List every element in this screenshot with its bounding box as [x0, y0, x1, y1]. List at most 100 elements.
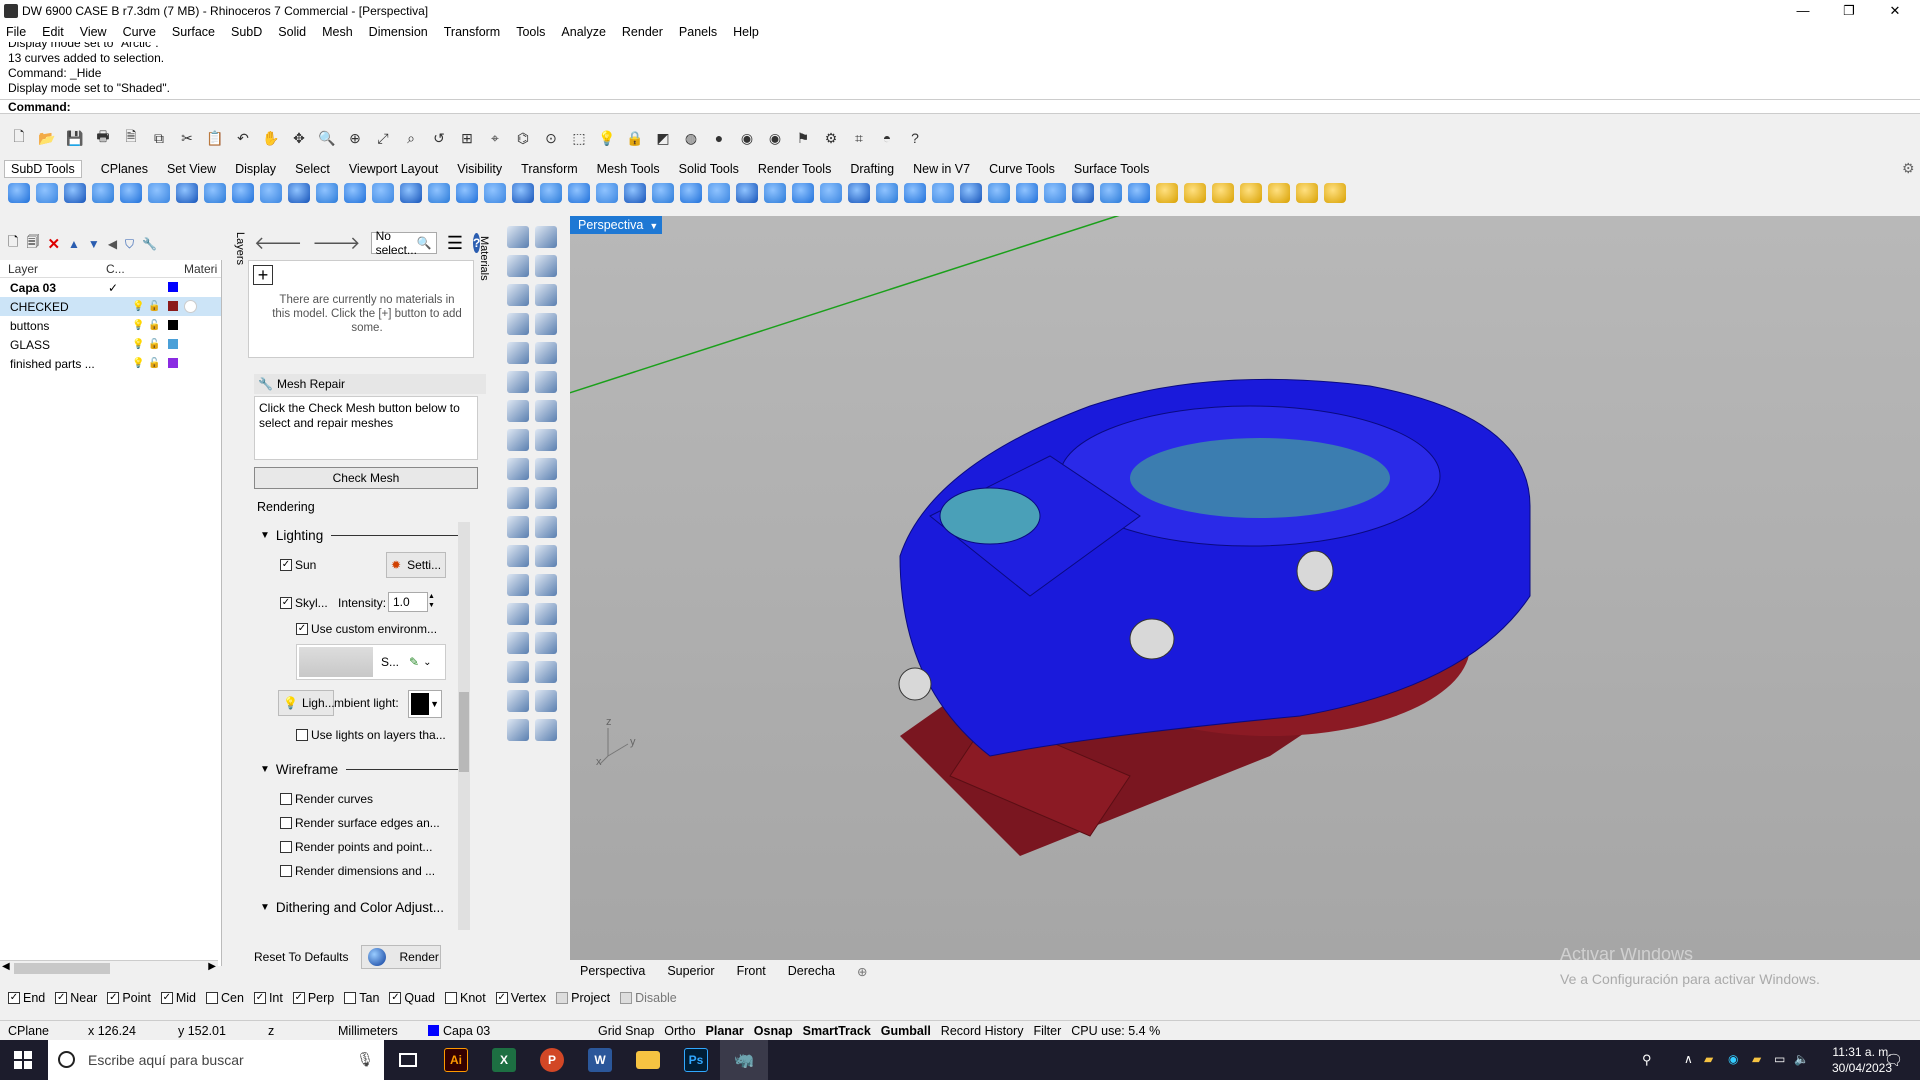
subd-insert-point-icon[interactable] — [1044, 183, 1066, 203]
rotate-view-icon[interactable]: ✥ — [288, 127, 310, 149]
subd-revolve-icon[interactable] — [316, 183, 338, 203]
subd-cone-icon[interactable] — [64, 183, 86, 203]
layer-row[interactable]: GLASS 💡 🔓 — [0, 335, 221, 354]
arc-icon[interactable] — [535, 284, 557, 306]
lights-icon[interactable]: 💡 — [596, 127, 618, 149]
analysis-icon[interactable]: ⚑ — [792, 127, 814, 149]
move-down-icon[interactable]: ▼ — [88, 237, 100, 251]
subd-mesh-icon[interactable] — [1324, 183, 1346, 203]
subd-cylinder-icon[interactable] — [36, 183, 58, 203]
tray-app-icon[interactable]: ◉ — [1728, 1052, 1738, 1066]
subd-torus-icon[interactable] — [148, 183, 170, 203]
gear-icon[interactable]: ⚙ — [1902, 160, 1915, 177]
select-arrow-icon[interactable] — [507, 226, 529, 248]
dithering-section-header[interactable]: ▼ Dithering and Color Adjust... — [260, 900, 444, 915]
text-icon[interactable] — [507, 574, 529, 596]
rendering-scrollbar[interactable] — [458, 522, 470, 930]
windows-start-icon[interactable] — [14, 1051, 32, 1069]
people-icon[interactable]: ⚲ — [1642, 1052, 1652, 1068]
subd-bevel-icon[interactable] — [484, 183, 506, 203]
volume-icon[interactable]: 🔈 — [1794, 1052, 1809, 1066]
rhino-tools-icon[interactable]: ◓ — [876, 127, 898, 149]
subd-align-icon[interactable] — [1156, 183, 1178, 203]
menu-view[interactable]: View — [80, 25, 107, 39]
unlock-icon[interactable]: 🔓 — [148, 301, 160, 312]
osnap-project-checkbox[interactable]: Project — [556, 991, 610, 1005]
render-dims-checkbox[interactable]: Render dimensions and ... — [280, 864, 435, 878]
subd-weld-icon[interactable] — [568, 183, 590, 203]
menu-icon[interactable]: ☰ — [447, 233, 463, 254]
color-wheel-icon[interactable]: ◍ — [680, 127, 702, 149]
pan-icon[interactable]: ✋ — [260, 127, 282, 149]
toolbar-tab-visibility[interactable]: Visibility — [457, 162, 502, 176]
menu-dimension[interactable]: Dimension — [369, 25, 428, 39]
extrude-surface-icon[interactable] — [507, 400, 529, 422]
layer-column-header[interactable]: Layer — [8, 262, 106, 276]
group-icon[interactable] — [507, 603, 529, 625]
unlock-icon[interactable]: 🔓 — [148, 320, 160, 331]
rectangle-icon[interactable] — [507, 313, 529, 335]
unlock-icon[interactable]: 🔓 — [148, 358, 160, 369]
illustrator-icon[interactable]: Ai — [432, 1040, 480, 1080]
subd-unweld-icon[interactable] — [596, 183, 618, 203]
layer-row[interactable]: finished parts ... 💡 🔓 — [0, 354, 221, 373]
dimension-icon[interactable] — [535, 574, 557, 596]
subd-subdivide-icon[interactable] — [1072, 183, 1094, 203]
maximize-button[interactable]: ❐ — [1826, 0, 1872, 22]
material-search-input[interactable]: No select... 🔍 — [370, 229, 437, 257]
options-icon[interactable]: ⚙ — [820, 127, 842, 149]
word-icon[interactable]: W — [576, 1040, 624, 1080]
smarttrack-toggle[interactable]: SmartTrack — [803, 1024, 871, 1038]
grid-snap-toggle[interactable]: Grid Snap — [598, 1024, 654, 1038]
subd-flat-icon[interactable] — [680, 183, 702, 203]
wireframe-section-header[interactable]: ▼ Wireframe — [260, 762, 460, 777]
polygon-icon[interactable] — [535, 313, 557, 335]
perspective-viewport[interactable]: z y x Activar Windows — [570, 216, 1920, 960]
subd-select-edges-icon[interactable] — [876, 183, 898, 203]
subd-display-mode-icon[interactable] — [904, 183, 926, 203]
toolbar-tab-set-view[interactable]: Set View — [167, 162, 216, 176]
render-icon[interactable] — [535, 719, 557, 741]
chevron-down-icon[interactable]: ⌄ — [423, 657, 431, 668]
fillet-icon[interactable] — [507, 371, 529, 393]
viewport-layout-icon[interactable]: ⊞ — [456, 127, 478, 149]
zoom-window-icon[interactable]: ⊕ — [344, 127, 366, 149]
toolbar-tab-viewport-layout[interactable]: Viewport Layout — [349, 162, 438, 176]
toolbar-tab-new-in-v7[interactable]: New in V7 — [913, 162, 970, 176]
point-icon[interactable] — [535, 226, 557, 248]
notifications-icon[interactable]: 🗨 — [1884, 1051, 1903, 1069]
polyline-2-icon[interactable] — [535, 255, 557, 277]
viewport-tab-superior[interactable]: Superior — [667, 964, 714, 982]
move-left-icon[interactable]: ◀ — [108, 237, 117, 251]
menu-mesh[interactable]: Mesh — [322, 25, 353, 39]
zoom-icon[interactable]: 🔍 — [316, 127, 338, 149]
tools-icon[interactable]: 🔧 — [142, 237, 157, 251]
tray-folder-icon[interactable]: ▰ — [1704, 1052, 1713, 1066]
offset-icon[interactable] — [535, 371, 557, 393]
mesh-repair-tab[interactable]: 🔧 Mesh Repair — [254, 374, 486, 394]
osnap-toggle[interactable]: Osnap — [754, 1024, 793, 1038]
toolbar-tab-drafting[interactable]: Drafting — [850, 162, 894, 176]
subd-crease-icon[interactable] — [400, 183, 422, 203]
layer-name[interactable]: Capa 03 — [10, 281, 110, 295]
ellipse-icon[interactable] — [507, 342, 529, 364]
toolbar-tab-display[interactable]: Display — [235, 162, 276, 176]
cylinder-solid-icon[interactable] — [507, 458, 529, 480]
ortho-toggle[interactable]: Ortho — [664, 1024, 695, 1038]
new-sublayer-icon[interactable]: 🗐 — [26, 233, 39, 255]
undo-view-icon[interactable]: ↺ — [428, 127, 450, 149]
circle-icon[interactable] — [507, 284, 529, 306]
transform-icon[interactable] — [535, 487, 557, 509]
sun-checkbox[interactable]: ✓ Sun — [280, 558, 316, 572]
osnap-perp-checkbox[interactable]: ✓ Perp — [292, 991, 334, 1005]
record-history-toggle[interactable]: Record History — [941, 1024, 1024, 1038]
layers-tab[interactable]: Layers — [224, 228, 246, 288]
visibility-bulb-icon[interactable]: 💡 — [132, 339, 144, 350]
skylight-checkbox[interactable]: ✓ Skyl... — [280, 596, 328, 610]
powerpoint-icon[interactable]: P — [528, 1040, 576, 1080]
toolbar-tab-surface-tools[interactable]: Surface Tools — [1074, 162, 1150, 176]
tray-app2-icon[interactable]: ▰ — [1752, 1052, 1761, 1066]
render-points-checkbox[interactable]: Render points and point... — [280, 840, 432, 854]
osnap-near-checkbox[interactable]: ✓ Near — [55, 991, 97, 1005]
intensity-input[interactable]: 1.0 — [388, 592, 428, 612]
